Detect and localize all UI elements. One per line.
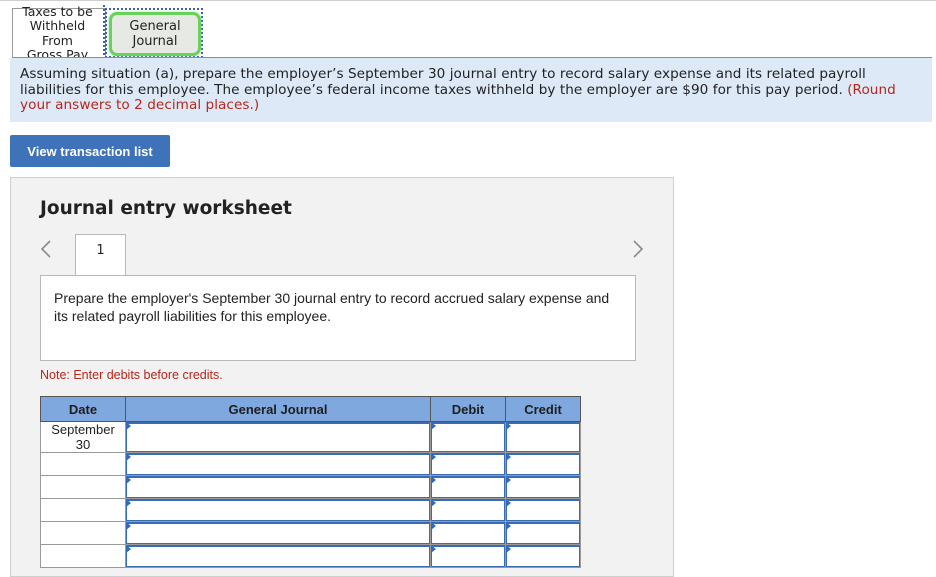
header-general-journal: General Journal (125, 396, 431, 422)
instruction-box: Assuming situation (a), prepare the empl… (10, 58, 932, 122)
chevron-left-icon[interactable] (39, 238, 55, 260)
header-credit: Credit (505, 396, 581, 422)
credit-input[interactable] (506, 422, 580, 452)
account-cell (125, 544, 431, 568)
triangle-right-icon (126, 499, 131, 507)
chevron-right-icon[interactable] (629, 238, 645, 260)
tab-label-line: Journal (132, 34, 178, 49)
account-cell (125, 498, 431, 522)
journal-table: Date General Journal Debit Credit Septem… (40, 396, 581, 568)
triangle-right-icon (506, 422, 511, 430)
date-line: September (51, 422, 115, 437)
table-row (40, 544, 581, 568)
credit-input[interactable] (506, 476, 580, 498)
triangle-right-icon (126, 545, 131, 553)
date-cell: September 30 (40, 421, 126, 453)
table-row (40, 498, 581, 522)
tab-label-line: General (129, 19, 181, 34)
prompt-text: Prepare the employer's September 30 jour… (54, 290, 610, 324)
tab-taxes-withheld[interactable]: Taxes to be Withheld From Gross Pay (12, 3, 106, 63)
table-row: September 30 (40, 421, 581, 453)
triangle-right-icon (431, 422, 436, 430)
tab-label-line: Taxes to be (22, 3, 93, 19)
header-debit: Debit (430, 396, 506, 422)
account-cell (125, 452, 431, 476)
table-row (40, 452, 581, 476)
account-input[interactable] (126, 476, 430, 498)
triangle-right-icon (126, 522, 131, 530)
date-cell (40, 544, 126, 568)
debit-input[interactable] (431, 453, 505, 475)
date-cell (40, 498, 126, 522)
triangle-right-icon (431, 545, 436, 553)
debit-input[interactable] (431, 422, 505, 452)
top-divider (0, 0, 936, 1)
credit-cell (505, 521, 581, 545)
triangle-right-icon (126, 476, 131, 484)
prompt-box: Prepare the employer's September 30 jour… (40, 275, 636, 361)
credit-input[interactable] (506, 453, 580, 475)
date-cell (40, 475, 126, 499)
journal-entry-worksheet: Journal entry worksheet 1 Prepare the em… (10, 177, 674, 577)
triangle-right-icon (126, 422, 131, 430)
table-row (40, 521, 581, 545)
tab-label-line: Withheld From (29, 18, 86, 48)
triangle-right-icon (431, 499, 436, 507)
debit-cell (430, 498, 506, 522)
credit-cell (505, 544, 581, 568)
triangle-right-icon (431, 476, 436, 484)
debit-cell (430, 475, 506, 499)
credit-cell (505, 452, 581, 476)
table-header-row: Date General Journal Debit Credit (40, 396, 581, 422)
date-line: 30 (75, 437, 91, 452)
table-row (40, 475, 581, 499)
view-transaction-list-button[interactable]: View transaction list (10, 135, 170, 167)
debit-cell (430, 421, 506, 453)
page-tab-1[interactable]: 1 (75, 234, 126, 276)
account-cell (125, 475, 431, 499)
credit-input[interactable] (506, 545, 580, 567)
account-cell (125, 521, 431, 545)
triangle-right-icon (506, 453, 511, 461)
credit-cell (505, 421, 581, 453)
account-input[interactable] (126, 453, 430, 475)
triangle-right-icon (506, 522, 511, 530)
debit-input[interactable] (431, 476, 505, 498)
credit-cell (505, 475, 581, 499)
tab-general-journal[interactable]: General Journal (109, 12, 201, 56)
debit-input[interactable] (431, 545, 505, 567)
triangle-right-icon (506, 476, 511, 484)
worksheet-title: Journal entry worksheet (40, 198, 292, 219)
credit-input[interactable] (506, 499, 580, 521)
account-input[interactable] (126, 545, 430, 567)
account-input[interactable] (126, 422, 430, 452)
debits-note: Note: Enter debits before credits. (40, 368, 223, 382)
triangle-right-icon (126, 453, 131, 461)
account-cell (125, 421, 431, 453)
debit-input[interactable] (431, 522, 505, 544)
debit-cell (430, 521, 506, 545)
header-date: Date (40, 396, 126, 422)
triangle-right-icon (506, 545, 511, 553)
debit-cell (430, 544, 506, 568)
account-input[interactable] (126, 499, 430, 521)
triangle-right-icon (431, 453, 436, 461)
date-cell (40, 521, 126, 545)
credit-input[interactable] (506, 522, 580, 544)
triangle-right-icon (506, 499, 511, 507)
account-input[interactable] (126, 522, 430, 544)
triangle-right-icon (431, 522, 436, 530)
instruction-text: Assuming situation (a), prepare the empl… (20, 66, 866, 98)
debit-input[interactable] (431, 499, 505, 521)
debit-cell (430, 452, 506, 476)
credit-cell (505, 498, 581, 522)
date-cell (40, 452, 126, 476)
